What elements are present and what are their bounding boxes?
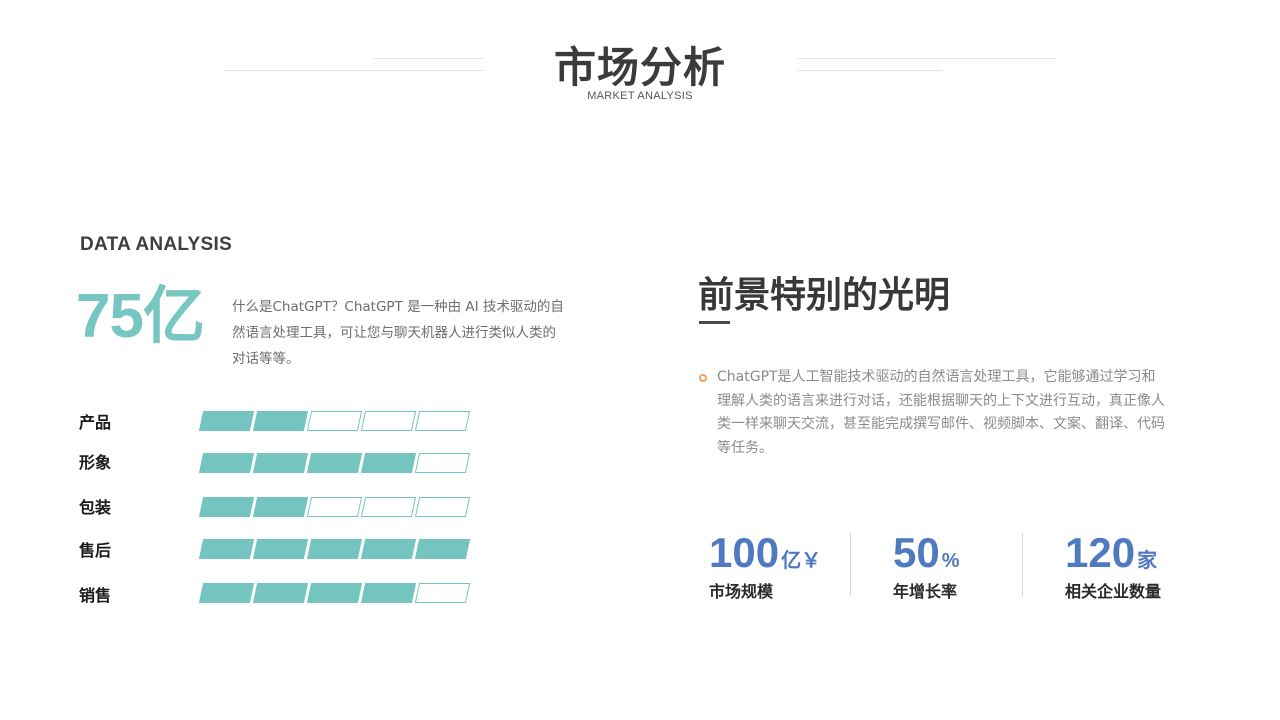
stat-label: 市场规模 xyxy=(709,582,774,601)
section-label: DATA ANALYSIS xyxy=(80,234,233,255)
bar-segment-filled xyxy=(252,453,309,473)
stat-company-count: 120 家 相关企业数量 xyxy=(1065,532,1161,602)
bar-segment-empty xyxy=(306,411,363,431)
bar-label-after-sales: 售后 xyxy=(79,541,112,560)
stat-growth-rate: 50% 年增长率 xyxy=(893,532,960,602)
bar-label-image: 形象 xyxy=(79,453,112,472)
bar-label-product: 产品 xyxy=(79,413,112,432)
stat-number: 100 xyxy=(709,529,780,576)
stat-number: 50 xyxy=(893,529,940,576)
heading-underline xyxy=(699,321,730,324)
stat-unit: % xyxy=(941,550,960,572)
stat-value: 120 家 xyxy=(1065,532,1161,574)
bar-segment-filled xyxy=(252,583,309,603)
bar-segment-empty xyxy=(414,583,471,603)
bar-segment-filled xyxy=(198,411,255,431)
rating-bar-packaging xyxy=(198,497,481,517)
rating-bar-product xyxy=(198,411,481,431)
stat-divider xyxy=(1022,533,1023,596)
stat-divider xyxy=(850,533,851,596)
stat-market-size: 100 亿￥ 市场规模 xyxy=(709,532,821,602)
description-text: ChatGPT是人工智能技术驱动的自然语言处理工具，它能够通过学习和理解人类的语… xyxy=(717,369,1165,456)
bar-segment-empty xyxy=(306,497,363,517)
bar-segment-empty xyxy=(360,411,417,431)
stat-label: 年增长率 xyxy=(893,582,958,601)
bar-segment-filled xyxy=(252,497,309,517)
stat-unit: 家 xyxy=(1137,550,1158,572)
rating-bar-image xyxy=(198,453,481,473)
stat-number: 120 xyxy=(1065,529,1136,576)
stat-label: 相关企业数量 xyxy=(1065,582,1162,601)
bar-segment-filled xyxy=(306,453,363,473)
bar-segment-filled xyxy=(198,539,255,559)
big-number: 75亿 xyxy=(76,282,205,351)
intro-text: 什么是ChatGPT？ChatGPT 是一种由 AI 技术驱动的自然语言处理工具… xyxy=(232,299,564,367)
rating-bar-after-sales xyxy=(198,539,481,559)
stat-value: 50% xyxy=(893,532,960,574)
bar-segment-filled xyxy=(198,453,255,473)
page-title: 市场分析 xyxy=(553,43,726,92)
bar-segment-filled xyxy=(360,453,417,473)
bar-segment-empty xyxy=(414,453,471,473)
bar-segment-filled xyxy=(360,583,417,603)
bar-segment-empty xyxy=(360,497,417,517)
bar-segment-filled xyxy=(360,539,417,559)
bar-segment-filled xyxy=(252,411,309,431)
page-subtitle: MARKET ANALYSIS xyxy=(587,90,693,102)
rating-bar-sales xyxy=(198,583,481,603)
bar-segment-filled xyxy=(198,497,255,517)
bar-segment-filled xyxy=(306,539,363,559)
stat-unit: 亿￥ xyxy=(781,550,822,572)
bar-segment-filled xyxy=(306,583,363,603)
bullet-dot-icon xyxy=(699,374,707,382)
bar-segment-filled xyxy=(198,583,255,603)
bar-label-packaging: 包装 xyxy=(79,498,112,517)
bar-segment-empty xyxy=(414,497,471,517)
section-heading: 前景特别的光明 xyxy=(698,275,951,316)
bar-segment-filled xyxy=(252,539,309,559)
stat-value: 100 亿￥ xyxy=(709,532,821,574)
bar-label-sales: 销售 xyxy=(79,586,112,605)
bar-segment-empty xyxy=(414,411,471,431)
bar-segment-filled xyxy=(414,539,471,559)
